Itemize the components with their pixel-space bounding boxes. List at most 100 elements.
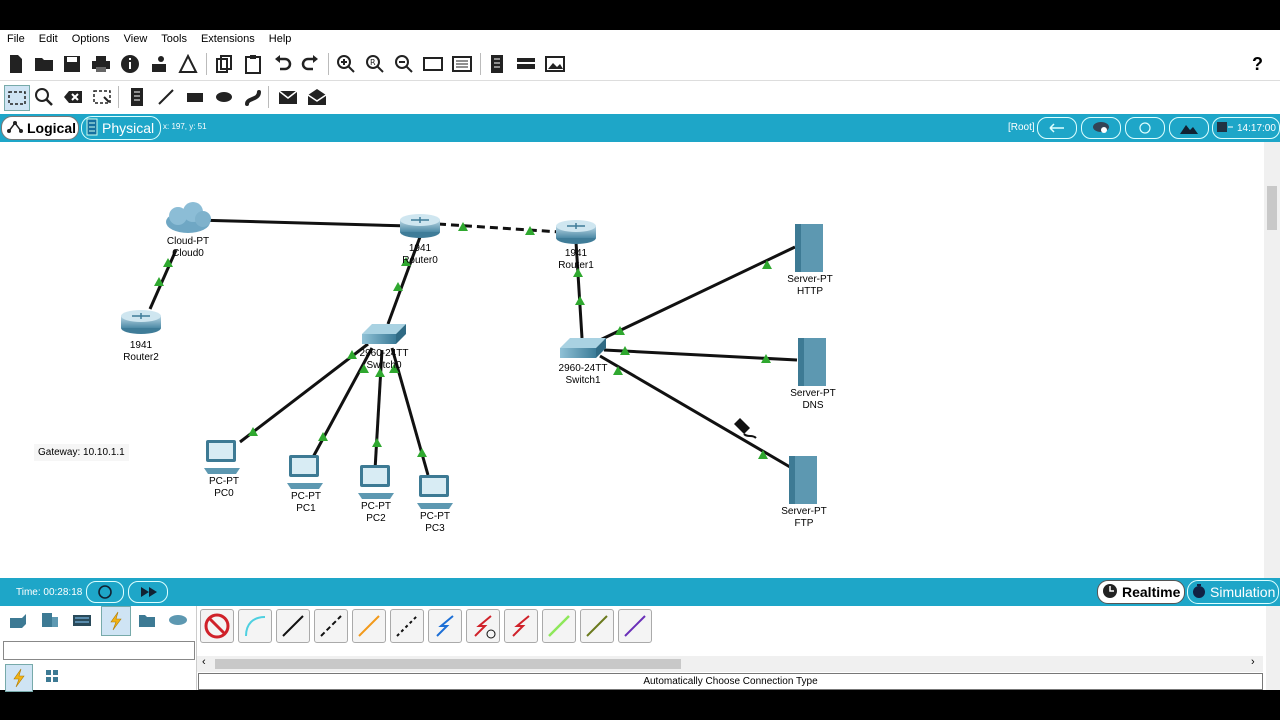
- menu-tools[interactable]: Tools: [154, 33, 194, 45]
- resize-shape-icon[interactable]: [90, 85, 114, 109]
- server-dns-icon[interactable]: [798, 338, 826, 386]
- open-folder-icon[interactable]: [32, 52, 56, 76]
- network-devices-category-icon[interactable]: [6, 608, 30, 632]
- iot-custom-cable-icon[interactable]: [580, 609, 614, 643]
- menu-help[interactable]: Help: [262, 33, 299, 45]
- inspect-icon[interactable]: [32, 85, 56, 109]
- delete-icon[interactable]: [61, 85, 85, 109]
- octal-cable-icon[interactable]: [542, 609, 576, 643]
- coaxial-cable-icon[interactable]: [428, 609, 462, 643]
- vertical-scroll-thumb[interactable]: [1267, 186, 1277, 230]
- redo-icon[interactable]: [299, 52, 323, 76]
- serial-dce-icon[interactable]: [466, 609, 500, 643]
- zoom-reset-icon[interactable]: R: [363, 52, 387, 76]
- link-router0-router1[interactable]: [437, 222, 561, 234]
- menu-options[interactable]: Options: [65, 33, 117, 45]
- server-http-icon[interactable]: [795, 224, 823, 272]
- draw-line-icon[interactable]: [154, 85, 178, 109]
- info-icon[interactable]: [118, 52, 142, 76]
- pdu-list-icon[interactable]: [514, 52, 538, 76]
- draw-rectangle-icon[interactable]: [183, 85, 207, 109]
- menu-file[interactable]: File: [0, 33, 32, 45]
- pc3-icon[interactable]: [417, 475, 453, 509]
- pc0-icon[interactable]: [204, 440, 240, 474]
- serial-dte-icon[interactable]: [504, 609, 538, 643]
- fast-forward-button[interactable]: [128, 581, 168, 603]
- device-search-input[interactable]: [3, 641, 195, 660]
- custom-devices-icon[interactable]: [450, 52, 474, 76]
- router2-icon[interactable]: [121, 310, 161, 334]
- link-switch1-ftp[interactable]: [599, 354, 791, 469]
- cursor-coordinates: x: 197, y: 51: [163, 122, 207, 131]
- pc0-label: PC-PT PC0: [209, 476, 239, 499]
- power-cycle-button[interactable]: [86, 581, 124, 603]
- drawing-palette-icon[interactable]: [421, 52, 445, 76]
- copper-cross-over-icon[interactable]: [314, 609, 348, 643]
- freeform-icon[interactable]: [241, 85, 265, 109]
- connection-scroll-left-icon[interactable]: ‹: [202, 656, 206, 668]
- tab-physical[interactable]: Physical: [81, 116, 161, 140]
- cluster-button[interactable]: [1081, 117, 1121, 139]
- miscellaneous-category-icon[interactable]: [135, 608, 159, 632]
- link-cloud0-router0[interactable]: [194, 218, 411, 228]
- fiber-icon[interactable]: [352, 609, 386, 643]
- network-wizard-icon[interactable]: [147, 52, 171, 76]
- phone-cable-icon[interactable]: [390, 609, 424, 643]
- switch1-icon[interactable]: [560, 338, 606, 358]
- pc1-icon[interactable]: [287, 455, 323, 489]
- console-cable-icon[interactable]: [238, 609, 272, 643]
- components-category-icon[interactable]: [70, 608, 94, 632]
- add-simple-pdu-icon[interactable]: [276, 85, 300, 109]
- panel-vertical-scrollbar[interactable]: [1266, 606, 1280, 690]
- print-icon[interactable]: [89, 52, 113, 76]
- cloud0-icon[interactable]: [166, 202, 211, 233]
- simulation-mode-button[interactable]: Simulation: [1187, 580, 1279, 604]
- menu-extensions[interactable]: Extensions: [194, 33, 262, 45]
- set-background-button[interactable]: [1169, 117, 1209, 139]
- place-note-icon[interactable]: [125, 85, 149, 109]
- tab-logical[interactable]: Logical: [1, 116, 79, 140]
- packet-tracer-window: File Edit Options View Tools Extensions …: [0, 30, 1280, 692]
- menu-edit[interactable]: Edit: [32, 33, 65, 45]
- router1-icon[interactable]: [556, 220, 596, 244]
- multiuser-category-icon[interactable]: [166, 608, 190, 632]
- menu-bar: File Edit Options View Tools Extensions …: [0, 30, 1280, 48]
- copy-icon[interactable]: [212, 52, 236, 76]
- new-file-icon[interactable]: [4, 52, 28, 76]
- back-navigation-button[interactable]: [1037, 117, 1077, 139]
- add-complex-pdu-icon[interactable]: [305, 85, 329, 109]
- select-icon[interactable]: [4, 85, 30, 111]
- router0-label: 1941 Router0: [402, 243, 438, 266]
- router0-icon[interactable]: [400, 214, 440, 238]
- switch0-icon[interactable]: [362, 324, 406, 344]
- menu-view[interactable]: View: [117, 33, 155, 45]
- server-ftp-icon[interactable]: [789, 456, 817, 504]
- end-devices-category-icon[interactable]: [38, 608, 62, 632]
- gateway-note[interactable]: Gateway: 10.10.1.1: [34, 444, 129, 461]
- help-icon[interactable]: ?: [1252, 54, 1263, 75]
- draw-ellipse-icon[interactable]: [212, 85, 236, 109]
- grid-view-icon[interactable]: [40, 664, 64, 688]
- activity-wizard-icon[interactable]: [176, 52, 200, 76]
- connection-scroll-thumb[interactable]: [215, 659, 681, 669]
- realtime-mode-button[interactable]: Realtime: [1097, 580, 1185, 604]
- link-switch1-http[interactable]: [599, 245, 796, 342]
- image-icon[interactable]: [543, 52, 567, 76]
- logical-workspace[interactable]: Cloud-PT Cloud0 1941 Router2 1941 Router0 1…: [0, 142, 1280, 690]
- connections-subcategory-icon[interactable]: [5, 664, 33, 692]
- usb-cable-icon[interactable]: [618, 609, 652, 643]
- connections-category-icon[interactable]: [101, 606, 131, 636]
- undo-icon[interactable]: [270, 52, 294, 76]
- paste-icon[interactable]: [241, 52, 265, 76]
- copper-straight-through-icon[interactable]: [276, 609, 310, 643]
- zoom-out-icon[interactable]: [392, 52, 416, 76]
- connection-scroll-right-icon[interactable]: ›: [1251, 656, 1255, 668]
- zoom-in-icon[interactable]: [334, 52, 358, 76]
- move-object-button[interactable]: [1125, 117, 1165, 139]
- notes-icon[interactable]: [485, 52, 509, 76]
- save-icon[interactable]: [60, 52, 84, 76]
- auto-connection-icon[interactable]: [200, 609, 234, 643]
- connection-scrollbar[interactable]: ‹ ›: [197, 656, 1263, 672]
- pc2-icon[interactable]: [358, 465, 394, 499]
- viewport-clock[interactable]: 14:17:00: [1212, 117, 1280, 139]
